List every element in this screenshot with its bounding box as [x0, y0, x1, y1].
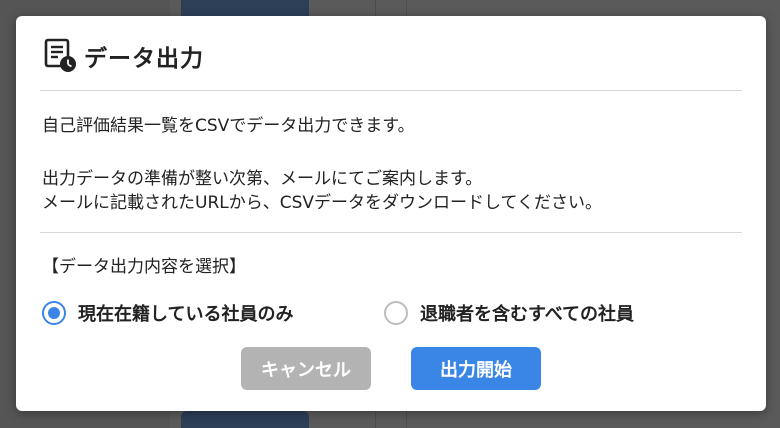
- cancel-button[interactable]: キャンセル: [241, 347, 371, 390]
- description-text: 自己評価結果一覧をCSVでデータ出力できます。: [42, 116, 415, 136]
- dialog-title: データ出力: [84, 46, 204, 72]
- radio-button-unchecked[interactable]: [384, 301, 408, 325]
- radio-button-checked[interactable]: [42, 301, 66, 325]
- radio-label: 現在在籍している社員のみ: [78, 304, 294, 325]
- description-text: 出力データの準備が整い次第、メールにてご案内します。: [42, 169, 483, 189]
- radio-all-employees[interactable]: 退職者を含むすべての社員: [384, 295, 634, 331]
- data-export-dialog: データ出力 自己評価結果一覧をCSVでデータ出力できます。 出力データの準備が整…: [16, 16, 766, 411]
- radio-current-employees[interactable]: 現在在籍している社員のみ: [42, 295, 293, 331]
- dialog-header: データ出力: [44, 38, 204, 74]
- document-clock-icon: [44, 38, 78, 74]
- selection-heading: 【データ出力内容を選択】: [42, 257, 246, 277]
- radio-label: 退職者を含むすべての社員: [420, 304, 635, 325]
- description-text: メールに記載されたURLから、CSVデータをダウンロードしてください。: [42, 193, 602, 213]
- background-button: [181, 411, 309, 428]
- start-export-button[interactable]: 出力開始: [411, 347, 541, 390]
- divider: [40, 232, 742, 233]
- divider: [40, 90, 742, 91]
